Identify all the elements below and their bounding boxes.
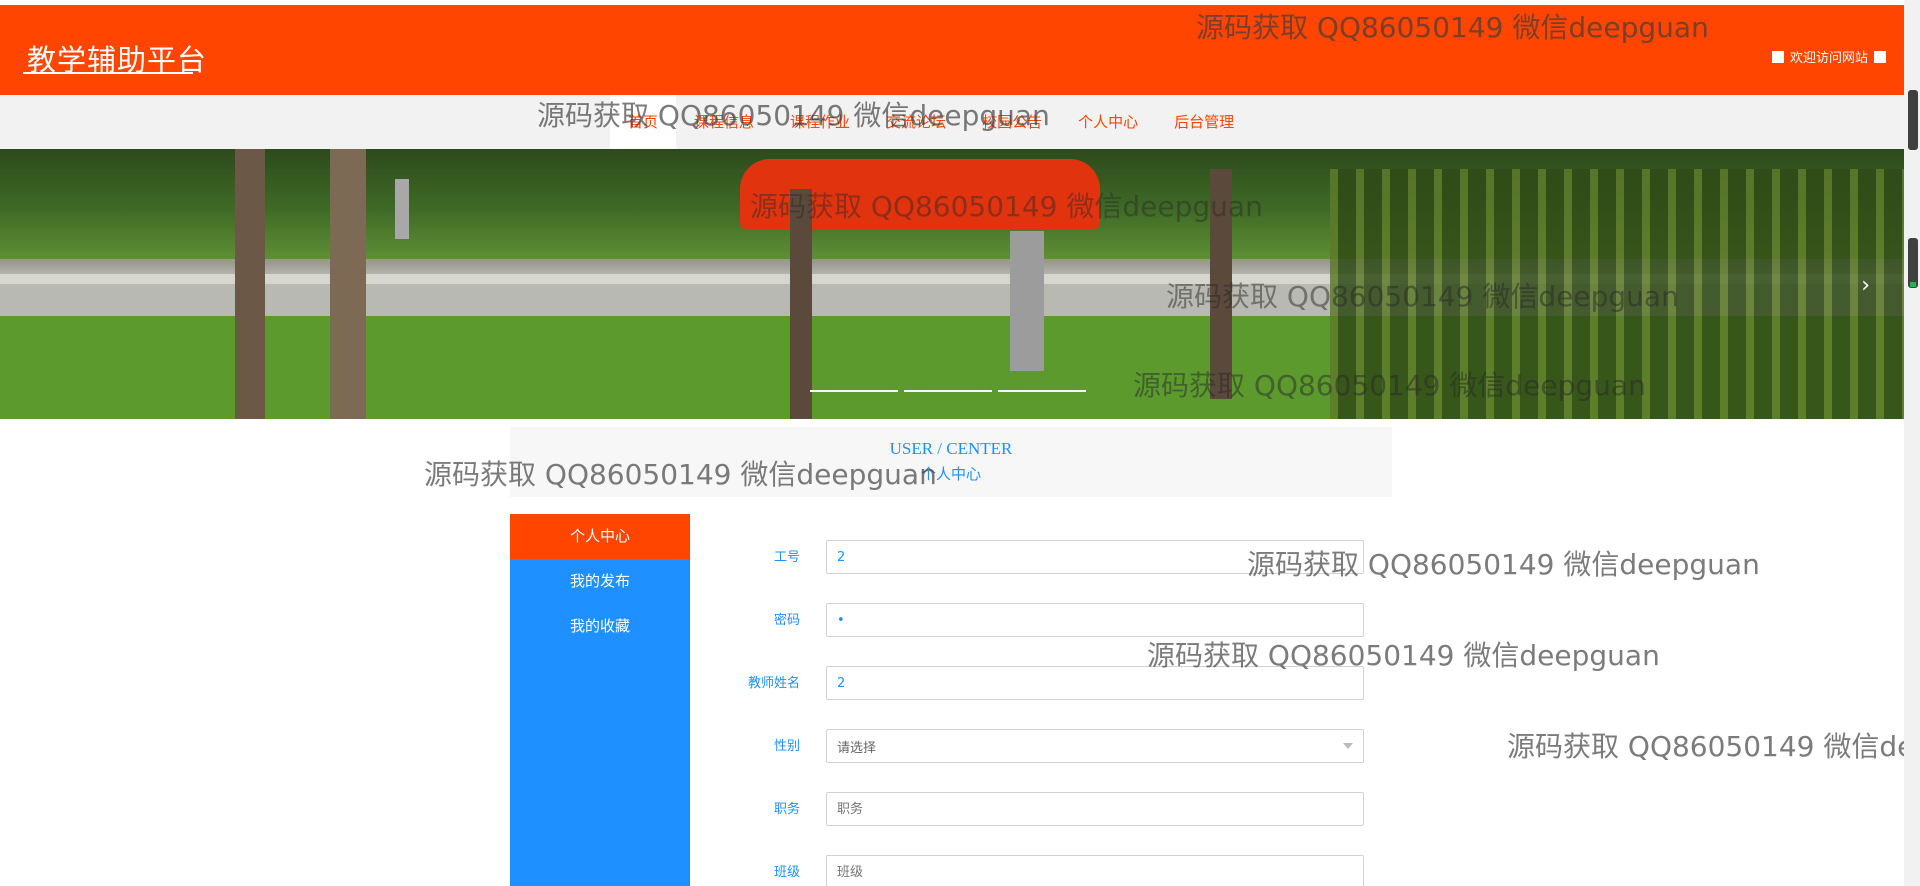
watermark: 源码获取 QQ86050149 微信deepguan xyxy=(1507,730,1904,763)
nav-item-home[interactable]: 首页 xyxy=(610,95,677,149)
banner-carousel[interactable]: › xyxy=(0,149,1904,419)
banner-lamp-post xyxy=(395,179,409,239)
class-input[interactable] xyxy=(826,855,1364,886)
employee-id-input[interactable] xyxy=(826,540,1364,574)
form-row-position: 职务 xyxy=(716,790,1366,830)
teacher-name-label: 教师姓名 xyxy=(747,676,800,691)
nav-item-homework[interactable]: 课程作业 xyxy=(772,95,868,149)
chevron-down-icon xyxy=(1343,743,1353,749)
banner-tree xyxy=(1210,169,1232,399)
nav-item-user-center[interactable]: 个人中心 xyxy=(1060,95,1156,149)
form-row-employee-id: 工号 xyxy=(716,538,1366,578)
scrollbar-thumb[interactable] xyxy=(1908,90,1918,150)
password-label: 密码 xyxy=(773,613,800,628)
section-title-en: USER / CENTER xyxy=(889,439,1013,458)
carousel-dot[interactable] xyxy=(904,390,992,392)
employee-id-label: 工号 xyxy=(773,550,800,565)
banner-tree xyxy=(235,149,265,419)
gender-select[interactable]: 请选择 xyxy=(826,729,1364,763)
page-scrollbar[interactable] xyxy=(1904,0,1920,886)
sidebar-item-my-favorites[interactable]: 我的收藏 xyxy=(510,604,690,649)
form-row-teacher-name: 教师姓名 xyxy=(716,664,1366,704)
page: 教学辅助平台 欢迎访问网站 首页 课程信息 课程作业 交流论坛 校园公告 个人中… xyxy=(0,0,1904,886)
banner-tree xyxy=(790,189,812,419)
square-icon xyxy=(1771,50,1784,63)
form-row-gender: 性别 请选择 xyxy=(716,727,1366,767)
nav-item-forum[interactable]: 交流论坛 xyxy=(868,95,964,149)
scrollbar-marker xyxy=(1908,238,1918,288)
nav-item-admin[interactable]: 后台管理 xyxy=(1156,95,1252,149)
nav-item-courses[interactable]: 课程信息 xyxy=(676,95,772,149)
square-icon xyxy=(1874,50,1886,63)
user-sidebar: 个人中心 我的发布 我的收藏 xyxy=(510,514,690,886)
welcome-text: 欢迎访问网站 xyxy=(1789,51,1868,66)
welcome-bar: 欢迎访问网站 xyxy=(1771,47,1886,66)
section-header: USER / CENTER 个人中心 xyxy=(510,427,1392,497)
position-input[interactable] xyxy=(826,792,1364,826)
form-row-class: 班级 xyxy=(716,853,1366,886)
chevron-right-icon[interactable]: › xyxy=(1861,273,1870,298)
top-header: 教学辅助平台 欢迎访问网站 xyxy=(0,5,1904,95)
logo-underline xyxy=(23,72,193,74)
banner-bamboo xyxy=(1330,169,1904,419)
section-title-cn: 个人中心 xyxy=(920,465,981,483)
carousel-dot[interactable] xyxy=(810,390,898,392)
carousel-dot[interactable] xyxy=(998,390,1086,392)
banner-lamp-post xyxy=(1010,231,1044,371)
gender-label: 性别 xyxy=(773,739,800,754)
teacher-name-input[interactable] xyxy=(826,666,1364,700)
scrollbar-indicator xyxy=(1910,282,1916,287)
banner-tree xyxy=(330,149,366,419)
position-label: 职务 xyxy=(773,802,800,817)
form-row-password: 密码 xyxy=(716,601,1366,641)
password-input[interactable] xyxy=(826,603,1364,637)
nav-bar: 首页 课程信息 课程作业 交流论坛 校园公告 个人中心 后台管理 xyxy=(0,95,1904,149)
class-label: 班级 xyxy=(773,865,800,880)
gender-select-value: 请选择 xyxy=(837,740,877,756)
main-nav: 首页 课程信息 课程作业 交流论坛 校园公告 个人中心 后台管理 xyxy=(610,95,1252,149)
carousel-indicators xyxy=(810,390,1086,392)
nav-item-notices[interactable]: 校园公告 xyxy=(964,95,1060,149)
sidebar-item-my-posts[interactable]: 我的发布 xyxy=(510,559,690,604)
sidebar-item-user-center[interactable]: 个人中心 xyxy=(510,514,690,559)
